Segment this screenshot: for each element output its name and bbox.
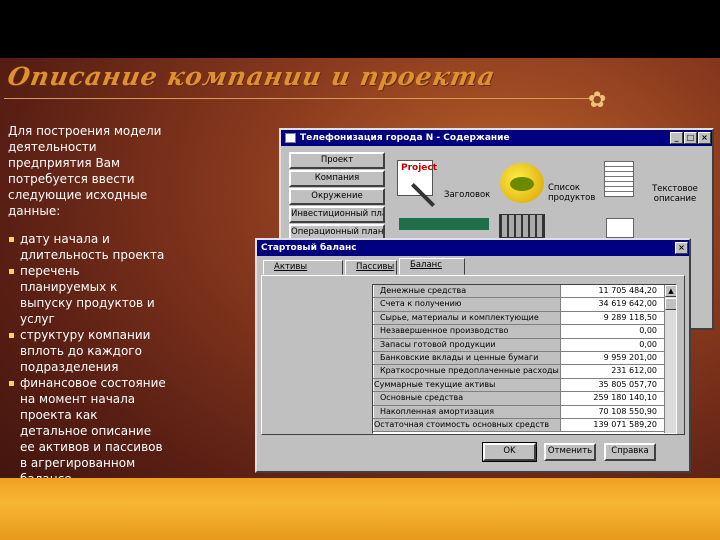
table-row[interactable]: Незавершенное производство 0,00	[373, 325, 676, 339]
title-divider	[4, 98, 594, 99]
nav-investment-plan-button[interactable]: Инвестиционный план	[289, 206, 385, 223]
maximize-button[interactable]: □	[684, 132, 697, 144]
dialog-title: Стартовый баланс	[261, 243, 357, 253]
row-value[interactable]: 11 705 484,20	[561, 285, 660, 297]
table-row[interactable]: Остаточная стоимость основных средств 139…	[373, 418, 676, 433]
slide-title: Описание компании и проекта	[5, 62, 498, 91]
balance-grid: Денежные средства 11 705 484,20 Счета к п…	[372, 284, 677, 434]
balance-tab-panel: Денежные средства 11 705 484,20 Счета к п…	[261, 275, 685, 435]
nav-environment-button[interactable]: Окружение	[289, 188, 385, 205]
text-item-label: Текстовое описание	[652, 184, 698, 204]
top-band	[0, 0, 720, 58]
table-row[interactable]: Счета к получению 34 619 642,00	[373, 298, 676, 312]
bullet-item: структуру компании вплоть до каждого под…	[8, 327, 168, 375]
row-label: Накопленная амортизация	[373, 405, 561, 418]
table-row[interactable]: Краткосрочные предоплаченные расходы 231 …	[373, 365, 676, 379]
bullet-list: дату начала и длительность проекта переч…	[8, 231, 168, 487]
dialog-buttons: OK Отменить Справка	[482, 442, 656, 462]
bullet-item: дату начала и длительность проекта	[8, 231, 168, 263]
balance-tabs: Активы Пассивы Баланс	[263, 258, 467, 276]
window-system-icon[interactable]	[285, 133, 296, 143]
table-row[interactable]: Основные средства 259 180 140,10	[373, 392, 676, 406]
products-item-label: Список продуктов	[548, 183, 596, 203]
row-value[interactable]: 139 071 589,20	[561, 419, 660, 431]
row-value[interactable]: 0,00	[561, 325, 660, 337]
dialog-close-button[interactable]: ×	[675, 242, 688, 254]
table-row[interactable]: Запасы готовой продукции 0,00	[373, 338, 676, 352]
bullet-item: перечень планируемых к выпуску продуктов…	[8, 263, 168, 327]
window-title: Телефонизация города N - Содержание	[300, 133, 510, 143]
balance-dialog-titlebar[interactable]: Стартовый баланс ×	[257, 240, 689, 256]
section-nav: Проект Компания Окружение Инвестиционный…	[289, 152, 385, 242]
row-value[interactable]: 34 619 642,00	[561, 298, 660, 310]
title-item-label: Заголовок	[444, 190, 491, 200]
row-label: Основные средства	[373, 392, 561, 405]
nav-company-button[interactable]: Компания	[289, 170, 385, 187]
schedule-grid-icon[interactable]	[499, 214, 545, 238]
logo-icon: ✿	[588, 88, 607, 113]
intro-text: Для построения модели деятельности предп…	[8, 124, 162, 218]
row-label: Сырье, материалы и комплектующие	[373, 311, 561, 325]
ok-button[interactable]: OK	[482, 442, 537, 462]
row-value[interactable]: 259 180 140,10	[561, 392, 660, 404]
row-value[interactable]: 231 612,00	[561, 365, 660, 377]
balance-dialog: Стартовый баланс × Активы Пассивы Баланс…	[255, 238, 691, 473]
table-row[interactable]: Суммарные текущие активы 35 805 057,70	[373, 378, 676, 393]
text-document-icon[interactable]	[604, 161, 634, 197]
scroll-thumb[interactable]	[665, 298, 676, 310]
tab-liabilities[interactable]: Пассивы	[345, 260, 397, 275]
row-value[interactable]: 35 805 057,70	[561, 379, 660, 391]
row-label: Счета к получению	[373, 298, 561, 311]
table-row[interactable]: Банковские вклады и ценные бумаги 9 959 2…	[373, 351, 676, 366]
tab-assets[interactable]: Активы	[263, 260, 343, 275]
bullet-item: финансовое состояние на момент начала пр…	[8, 375, 168, 487]
minimize-button[interactable]: _	[670, 132, 683, 144]
project-title-icon[interactable]: Project	[397, 160, 437, 208]
nav-project-button[interactable]: Проект	[289, 152, 385, 169]
grid-scrollbar[interactable]: ▲	[664, 285, 676, 433]
row-value[interactable]: 0,00	[561, 339, 660, 351]
table-row[interactable]: Денежные средства 11 705 484,20	[373, 285, 676, 299]
cancel-button[interactable]: Отменить	[544, 443, 596, 461]
row-label: Денежные средства	[373, 285, 561, 298]
help-button[interactable]: Справка	[604, 443, 656, 461]
row-value[interactable]: 9 959 201,00	[561, 352, 660, 364]
row-label: Банковские вклады и ценные бумаги	[373, 351, 561, 365]
row-label: Запасы готовой продукции	[373, 338, 561, 351]
table-row[interactable]: Накопленная амортизация 70 108 550,90	[373, 405, 676, 419]
scroll-up-icon[interactable]: ▲	[665, 285, 676, 297]
row-label: Остаточная стоимость основных средств	[373, 418, 561, 432]
table-row[interactable]: Сырье, материалы и комплектующие 9 289 11…	[373, 311, 676, 326]
row-label: Незавершенное производство	[373, 325, 561, 338]
plan-strip-icon[interactable]	[399, 218, 489, 230]
product-basket-icon[interactable]	[500, 163, 544, 203]
row-label: Суммарные текущие активы	[373, 378, 561, 392]
tab-balance[interactable]: Баланс	[399, 258, 465, 275]
row-label: Краткосрочные предоплаченные расходы	[373, 365, 561, 378]
row-value[interactable]: 9 289 118,50	[561, 312, 660, 324]
row-value[interactable]: 70 108 550,90	[561, 406, 660, 418]
content-window-titlebar[interactable]: Телефонизация города N - Содержание _ □ …	[281, 130, 712, 146]
close-button[interactable]: ×	[698, 132, 711, 144]
bottom-band	[0, 478, 720, 540]
report-icon[interactable]	[606, 218, 634, 238]
